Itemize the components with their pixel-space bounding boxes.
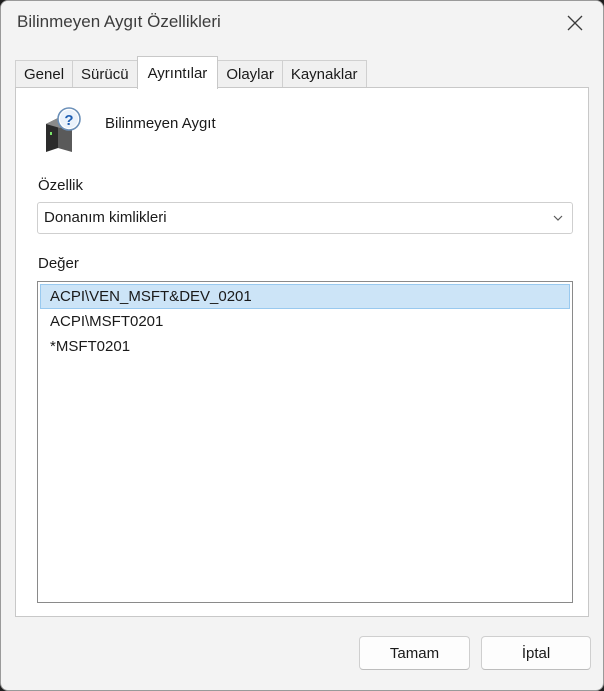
tab-label: Olaylar	[226, 66, 274, 83]
tab-driver[interactable]: Sürücü	[72, 60, 138, 88]
tab-details[interactable]: Ayrıntılar	[136, 56, 219, 89]
svg-text:?: ?	[64, 112, 73, 129]
tab-resources[interactable]: Kaynaklar	[281, 60, 367, 88]
value-label: Değer	[38, 255, 79, 272]
device-name: Bilinmeyen Aygıt	[105, 115, 216, 132]
unknown-device-icon: ?	[46, 107, 81, 152]
property-label: Özellik	[38, 177, 84, 194]
window-title: Bilinmeyen Aygıt Özellikleri	[17, 12, 221, 31]
ok-button[interactable]: Tamam	[359, 636, 470, 670]
cancel-button[interactable]: İptal	[481, 636, 591, 670]
tab-label: Ayrıntılar	[147, 64, 208, 82]
property-dropdown[interactable]: Donanım kimlikleri	[37, 202, 573, 234]
tab-label: Kaynaklar	[290, 66, 358, 83]
list-item[interactable]: *MSFT0201	[40, 334, 570, 359]
value-listbox[interactable]: ACPI\VEN_MSFT&DEV_0201 ACPI\MSFT0201 *MS…	[37, 281, 573, 603]
list-item[interactable]: ACPI\MSFT0201	[40, 309, 570, 334]
tab-label: Sürücü	[81, 66, 129, 83]
properties-dialog: Bilinmeyen Aygıt Özellikleri Genel Sürüc…	[0, 0, 604, 691]
tab-events[interactable]: Olaylar	[217, 60, 283, 88]
details-panel: ? Bilinmeyen Aygıt Özellik Donanım kimli…	[15, 87, 589, 617]
close-button[interactable]	[555, 5, 595, 41]
property-selected-value: Donanım kimlikleri	[44, 209, 167, 226]
close-icon	[567, 15, 583, 31]
tab-general[interactable]: Genel	[15, 60, 74, 88]
cancel-button-label: İptal	[521, 644, 551, 662]
tab-strip: Genel Sürücü Ayrıntılar Olaylar Kaynakla…	[15, 56, 367, 89]
title-bar[interactable]: Bilinmeyen Aygıt Özellikleri	[1, 1, 603, 45]
chevron-down-icon	[553, 215, 563, 221]
list-item[interactable]: ACPI\VEN_MSFT&DEV_0201	[40, 284, 570, 309]
ok-button-label: Tamam	[389, 644, 440, 662]
tab-label: Genel	[24, 66, 65, 83]
